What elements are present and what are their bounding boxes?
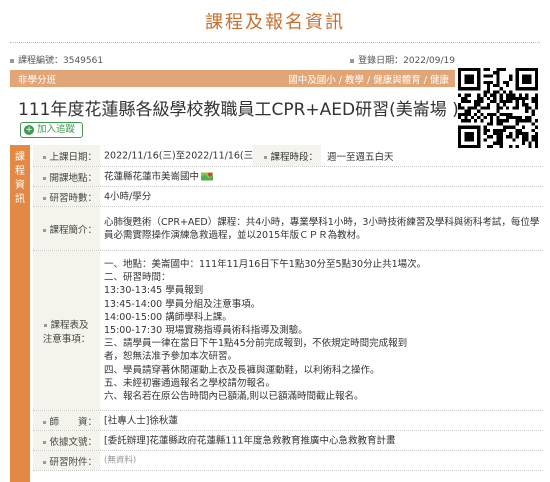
intro-value: 心肺復甦術（CPR+AED）課程：共4小時，專業學科1小時，3小時技術練習及學科… — [104, 216, 540, 241]
page-title: 課程及報名資訊 — [205, 12, 345, 33]
basis-label: 依據文號： — [36, 434, 97, 448]
intro-label: 課程簡介： — [36, 222, 97, 236]
schedule-label: 課程表及注意事項： — [36, 317, 97, 345]
attach-value: (無資料) — [104, 455, 137, 465]
bullet-icon — [10, 58, 14, 63]
location-label: 開課地點： — [36, 170, 97, 184]
category-bar: 非學分班 國中及國小 / 教學 / 健康與體育 / 健康 — [10, 70, 455, 87]
schedule-line: 者，恕無法准予參加本次研習。 — [104, 351, 238, 363]
row-schedule: 課程表及注意事項： 一、地點：美崙國中：111年11月16日下午1點30分至5點… — [33, 251, 543, 411]
schedule-label-line-1: 課程表及 — [50, 319, 89, 331]
title-divider — [10, 42, 540, 43]
register-date-text: 登錄日期：2022/09/19 — [358, 56, 455, 66]
schedule-label-cell: 課程表及注意事項： — [33, 251, 100, 410]
date-value: 2022/11/16(三)至2022/11/16(三) — [104, 150, 257, 161]
period-value: 週一至週五白天 — [327, 151, 394, 163]
period-label: 課程時段： — [256, 149, 318, 163]
schedule-line: 一、地點：美崙國中：111年11月16日下午1點30分至5點30分止共1場次。 — [104, 259, 427, 270]
schedule-line: 13:30-13:45 學員報到 — [104, 285, 204, 297]
teacher-value: [社專人士]徐秋蓮 — [104, 415, 178, 426]
attach-label: 研習附件： — [36, 454, 97, 468]
schedule-line: 五、未經初審通過報名之學校請勿報名。 — [104, 377, 276, 389]
location-value: 花蓮縣花蓮市美崙國中 — [104, 171, 200, 182]
row-basis: 依據文號： [委託辦理]花蓮縣政府花蓮縣111年度急救教育推廣中心急救教育計畫 — [33, 431, 543, 451]
section-side-label: 課 程 資 訊 — [10, 145, 30, 482]
hours-label: 研習時數： — [36, 190, 97, 204]
intro-label-cell: 課程簡介： — [33, 207, 100, 250]
teacher-label: 師 資： — [36, 414, 97, 428]
meta-row: 課程編號：3549561 登錄日期：2022/09/19 — [10, 53, 455, 67]
category-path: 國中及國小 / 教學 / 健康與體育 / 健康 — [288, 75, 449, 86]
schedule-line: 六、報名若在原公告時間內已額滿,則以已額滿時間截止報名。 — [104, 391, 364, 403]
hours-value: 4小時/學分 — [104, 191, 152, 202]
side-label-char: 訊 — [15, 194, 25, 205]
schedule-label-line-2: 注意事項： — [42, 333, 91, 345]
schedule-line: 15:00-17:30 現場實務指導員術科指導及測驗。 — [104, 325, 308, 337]
side-label-char: 資 — [15, 180, 25, 191]
add-favorite-button[interactable]: + 加入追蹤 — [20, 122, 84, 138]
period-label-cell: 課程時段： — [253, 145, 321, 166]
date-label-cell: 上課日期： — [33, 145, 100, 166]
plus-circle-icon: + — [24, 125, 34, 135]
basis-label-cell: 依據文號： — [33, 431, 100, 450]
schedule-line: 二、研習時間： — [104, 272, 171, 284]
row-attachment: 研習附件： (無資料) — [33, 451, 543, 471]
schedule-line: 四、學員請穿著休閒運動上衣及長褲與運動鞋，以利術科之操作。 — [104, 364, 380, 376]
row-date: 上課日期： 2022/11/16(三)至2022/11/16(三) 課程時段： … — [33, 145, 543, 167]
schedule-line: 13:45-14:00 學員分組及注意事項。 — [104, 298, 261, 310]
hours-label-cell: 研習時數： — [33, 187, 100, 206]
row-teacher: 師 資： [社專人士]徐秋蓮 — [33, 411, 543, 431]
side-label-char: 課 — [15, 152, 25, 163]
course-id: 課程編號：3549561 — [10, 53, 103, 66]
add-favorite-label: 加入追蹤 — [37, 124, 76, 135]
row-hours: 研習時數： 4小時/學分 — [33, 187, 543, 207]
row-intro: 課程簡介： 心肺復甦術（CPR+AED）課程：共4小時，專業學科1小時，3小時技… — [33, 207, 543, 251]
schedule-line: 14:00-15:00 講師學科上課。 — [104, 311, 232, 323]
side-label-char: 程 — [15, 166, 25, 177]
bullet-icon — [350, 58, 355, 63]
map-icon[interactable] — [201, 172, 214, 182]
schedule-notes: 一、地點：美崙國中：111年11月16日下午1點30分至5點30分止共1場次。 … — [104, 258, 540, 403]
teacher-label-cell: 師 資： — [33, 411, 100, 430]
register-date: 登錄日期：2022/09/19 — [350, 53, 455, 66]
schedule-line: 三、請學員一律在當日下午1點45分前完成報到，不依規定時間完成報到 — [104, 338, 408, 350]
category-type: 非學分班 — [18, 75, 57, 86]
course-title: 111年度花蓮縣各級學校教職員工CPR+AED研習(美崙場 ) — [18, 100, 459, 120]
attach-label-cell: 研習附件： — [33, 451, 100, 470]
location-value-cell: 花蓮縣花蓮市美崙國中 — [104, 170, 540, 183]
course-id-text: 課程編號：3549561 — [18, 56, 104, 66]
qr-code — [458, 68, 538, 148]
row-location: 開課地點： 花蓮縣花蓮市美崙國中 — [33, 167, 543, 187]
date-label: 上課日期： — [36, 149, 97, 163]
location-label-cell: 開課地點： — [33, 167, 100, 186]
basis-value: [委託辦理]花蓮縣政府花蓮縣111年度急救教育推廣中心急救教育計畫 — [104, 435, 396, 446]
